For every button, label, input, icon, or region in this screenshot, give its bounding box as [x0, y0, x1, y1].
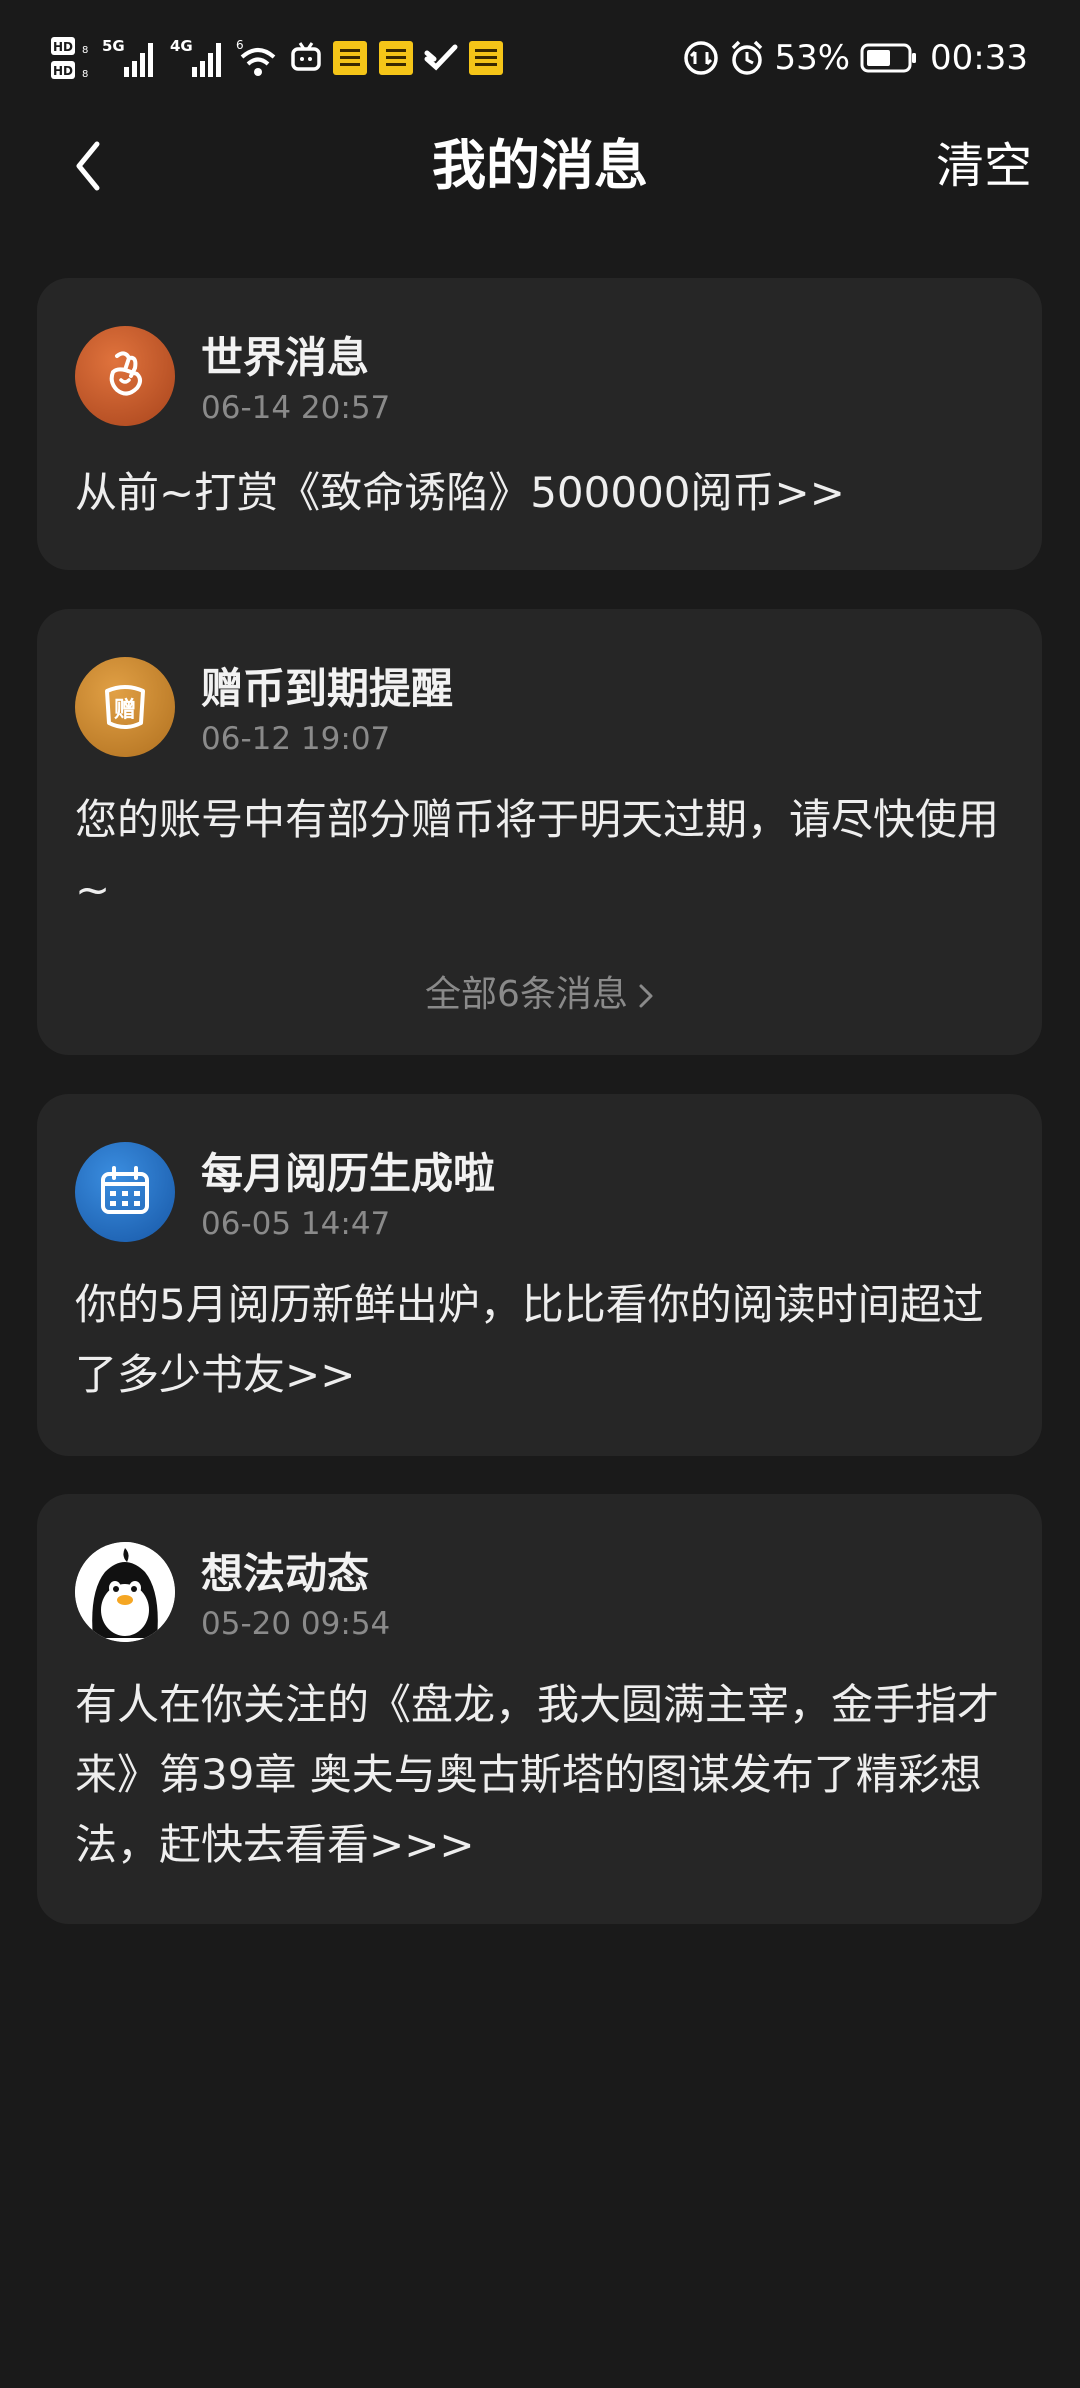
wifi-icon: 6 [236, 38, 276, 76]
chevron-right-icon [639, 984, 653, 1008]
4g-signal-icon: 4G [170, 37, 221, 77]
chevron-left-icon [76, 141, 100, 191]
battery-percent: 53% [774, 38, 851, 78]
hd-icon: HD HD 8 8 [51, 37, 88, 80]
message-time: 06-12 19:07 [201, 721, 391, 757]
view-all-messages-link[interactable]: 全部6条消息 [37, 965, 1042, 1017]
clock: 00:33 [930, 38, 1028, 78]
battery-icon [860, 43, 917, 73]
alarm-icon [732, 40, 763, 75]
svg-text:4G: 4G [170, 37, 193, 55]
message-card[interactable]: 想法动态 05-20 09:54 有人在你关注的《盘龙，我大圆满主宰，金手指才来… [37, 1494, 1042, 1924]
calendar-icon [101, 1166, 149, 1214]
svg-text:HD: HD [53, 40, 73, 54]
message-title: 想法动态 [201, 1549, 370, 1598]
app-badge-icon [469, 41, 503, 75]
message-card[interactable]: 世界消息 06-14 20:57 从前~打赏《致命诱陷》500000阅币>> [37, 278, 1042, 570]
status-bar-left: HD HD 8 8 5G 4G 6 [50, 34, 514, 82]
tv-app-icon [291, 42, 321, 71]
status-bar-right: 53% 00:33 [682, 34, 1028, 82]
message-icon-wrap [75, 326, 175, 426]
message-body: 有人在你关注的《盘龙，我大圆满主宰，金手指才来》第39章 奥夫与奥古斯塔的图谋发… [75, 1680, 1000, 1869]
page-title: 我的消息 [432, 134, 648, 197]
gift-coin-icon: 赠 [105, 685, 145, 729]
message-card[interactable]: 每月阅历生成啦 06-05 14:47 你的5月阅历新鲜出炉，比比看你的阅读时间… [37, 1094, 1042, 1456]
message-card[interactable]: 赠 赠币到期提醒 06-12 19:07 您的账号中有部分赠币将于明天过期，请尽… [37, 609, 1042, 1055]
svg-text:8: 8 [82, 69, 88, 80]
penguin-avatar-icon [75, 1542, 175, 1642]
back-button[interactable] [60, 138, 116, 194]
message-time: 06-05 14:47 [201, 1206, 391, 1242]
svg-text:HD: HD [53, 64, 73, 78]
message-body: 您的账号中有部分赠币将于明天过期，请尽快使用~ [75, 795, 1000, 914]
status-bar: HD HD 8 8 5G 4G 6 53% 00:33 [0, 0, 1080, 118]
message-title: 每月阅历生成啦 [201, 1149, 496, 1198]
message-body: 从前~打赏《致命诱陷》500000阅币>> [75, 468, 845, 517]
message-title: 赠币到期提醒 [201, 664, 454, 713]
svg-text:6: 6 [236, 38, 244, 52]
svg-text:5G: 5G [102, 37, 125, 55]
view-all-messages-label: 全部6条消息 [425, 974, 628, 1015]
5g-signal-icon: 5G [102, 37, 153, 77]
data-saver-icon [684, 41, 719, 75]
message-icon-wrap: 赠 [75, 657, 175, 757]
svg-text:8: 8 [82, 45, 88, 56]
app-badge-icon [379, 41, 413, 75]
app-swoosh-icon [424, 44, 458, 71]
message-body: 你的5月阅历新鲜出炉，比比看你的阅读时间超过了多少书友>> [75, 1280, 984, 1399]
nav-bar: 我的消息 清空 [0, 118, 1080, 214]
message-icon-wrap [75, 1542, 175, 1642]
message-time: 06-14 20:57 [201, 390, 391, 426]
message-title: 世界消息 [201, 333, 370, 382]
clear-button[interactable]: 清空 [936, 118, 1032, 214]
hand-gesture-icon [109, 351, 142, 396]
message-icon-wrap [75, 1142, 175, 1242]
svg-text:赠: 赠 [114, 697, 136, 723]
app-badge-icon [333, 41, 367, 75]
message-time: 05-20 09:54 [201, 1606, 391, 1642]
